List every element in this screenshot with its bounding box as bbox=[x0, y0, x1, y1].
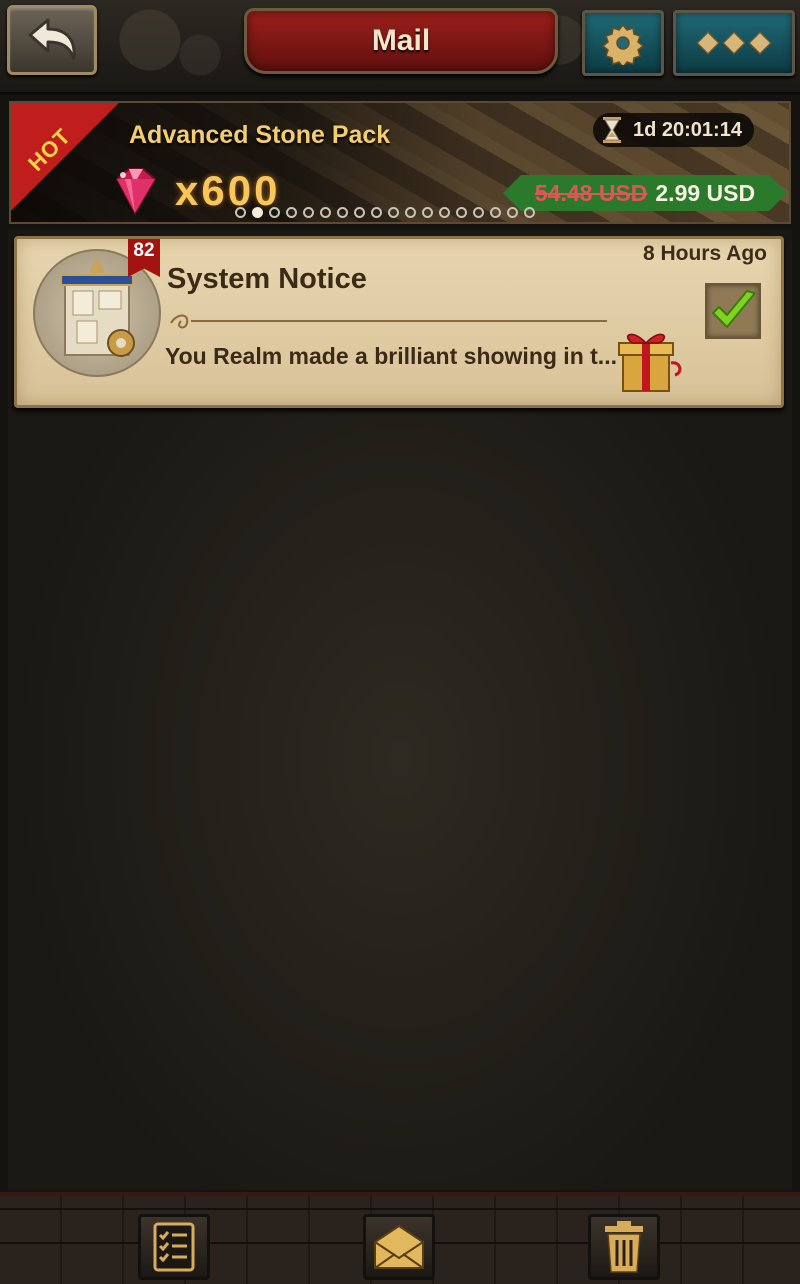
more-diamonds-icon bbox=[696, 31, 720, 55]
price-button[interactable]: 54.48 USD 2.99 USD bbox=[503, 175, 787, 211]
carousel-dot[interactable] bbox=[456, 207, 467, 218]
pack-name: Advanced Stone Pack bbox=[129, 121, 391, 149]
page-title: Mail bbox=[371, 24, 431, 57]
back-button[interactable] bbox=[7, 5, 97, 75]
checkmark-icon bbox=[712, 290, 756, 328]
carousel-dot[interactable] bbox=[235, 207, 246, 218]
carousel-dot[interactable] bbox=[405, 207, 416, 218]
new-price: 2.99 USD bbox=[655, 179, 756, 206]
open-envelope-icon bbox=[374, 1224, 424, 1269]
hot-ribbon: HOT bbox=[11, 103, 119, 211]
carousel-dot[interactable] bbox=[337, 207, 348, 218]
offer-timer: 1d 20:01:14 bbox=[593, 113, 754, 147]
hot-label: HOT bbox=[23, 123, 76, 176]
delete-button[interactable] bbox=[588, 1214, 660, 1280]
carousel-dot[interactable] bbox=[490, 207, 501, 218]
gift-box-icon bbox=[618, 333, 682, 392]
carousel-dot[interactable] bbox=[388, 207, 399, 218]
more-diamonds-icon bbox=[722, 31, 746, 55]
carousel-dot[interactable] bbox=[524, 207, 535, 218]
old-price: 54.48 USD bbox=[534, 179, 648, 206]
carousel-dots bbox=[235, 207, 535, 218]
settings-button[interactable] bbox=[582, 10, 664, 76]
ruby-gem-icon bbox=[115, 168, 157, 216]
back-arrow-icon bbox=[28, 18, 76, 61]
gear-icon bbox=[601, 23, 645, 65]
carousel-dot[interactable] bbox=[473, 207, 484, 218]
title-plate: Mail bbox=[244, 8, 558, 74]
carousel-dot[interactable] bbox=[422, 207, 433, 218]
carousel-dot[interactable] bbox=[269, 207, 280, 218]
carousel-dot[interactable] bbox=[439, 207, 450, 218]
hourglass-icon bbox=[603, 117, 621, 143]
trash-icon bbox=[605, 1221, 643, 1273]
select-all-button[interactable] bbox=[138, 1214, 210, 1280]
promo-banner[interactable]: HOT Advanced Stone Pack x600 1d 20:01:14… bbox=[9, 101, 791, 224]
carousel-dot[interactable] bbox=[320, 207, 331, 218]
carousel-dot[interactable] bbox=[354, 207, 365, 218]
more-button[interactable] bbox=[673, 10, 795, 76]
carousel-dot[interactable] bbox=[303, 207, 314, 218]
mail-item[interactable]: 82 System Notice 8 Hours Ago You Realm m… bbox=[14, 236, 784, 408]
mark-read-button[interactable] bbox=[363, 1214, 435, 1280]
ornament-divider bbox=[170, 314, 607, 329]
carousel-dot[interactable] bbox=[252, 207, 263, 218]
carousel-dot[interactable] bbox=[371, 207, 382, 218]
top-bar: Mail bbox=[0, 0, 800, 95]
carousel-dot[interactable] bbox=[507, 207, 518, 218]
mail-timestamp: 8 Hours Ago bbox=[642, 242, 767, 265]
mail-select-checkbox[interactable] bbox=[705, 283, 761, 339]
checklist-icon bbox=[153, 1222, 195, 1272]
timer-text: 1d 20:01:14 bbox=[633, 119, 742, 141]
more-diamonds-icon bbox=[748, 31, 772, 55]
mail-preview: You Realm made a brilliant showing in t.… bbox=[165, 343, 617, 369]
mail-sender: System Notice bbox=[167, 263, 367, 295]
carousel-dot[interactable] bbox=[286, 207, 297, 218]
